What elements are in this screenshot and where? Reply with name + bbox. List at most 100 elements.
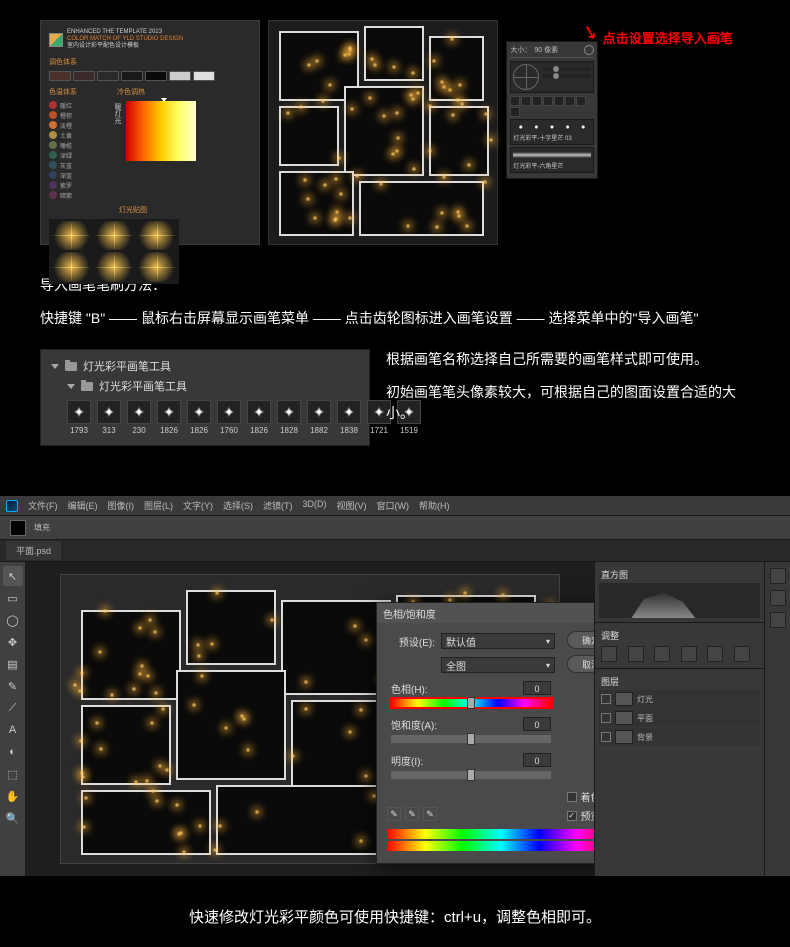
brush-item[interactable]: ✦1828: [277, 400, 301, 435]
menu-item[interactable]: 选择(S): [223, 499, 253, 512]
cancel-button[interactable]: 取消: [567, 655, 594, 673]
brush-list-panel[interactable]: 灯光彩平画笔工具 灯光彩平画笔工具 ✦1793✦313✦230✦1826✦182…: [40, 349, 370, 446]
ps-document-tabs[interactable]: 平面.psd: [0, 540, 790, 562]
eyedropper-minus-icon[interactable]: ✎: [423, 807, 437, 821]
foreground-swatch[interactable]: [10, 520, 26, 536]
brush-item[interactable]: ✦313: [97, 400, 121, 435]
colorize-checkbox[interactable]: [567, 792, 577, 802]
histogram: [599, 583, 760, 618]
saturation-slider[interactable]: [391, 735, 551, 743]
brush-thumb[interactable]: [554, 96, 564, 106]
brush-thumb[interactable]: [532, 96, 542, 106]
menu-item[interactable]: 编辑(E): [68, 499, 98, 512]
lightness-value[interactable]: 0: [523, 753, 551, 767]
light-glow: [199, 673, 205, 679]
brush-thumb[interactable]: [521, 96, 531, 106]
tool-button[interactable]: A: [3, 720, 23, 740]
brush-preview: ✦: [97, 400, 121, 424]
ok-button[interactable]: 确定: [567, 631, 594, 649]
ps-toolbar[interactable]: ↖▭◯✥▤✎⟋A◐⬚✋🔍: [0, 562, 26, 876]
panel-icon[interactable]: [770, 568, 786, 584]
brush-thumb[interactable]: [576, 96, 586, 106]
brush-item[interactable]: ✦1882: [307, 400, 331, 435]
layer-row[interactable]: 平面: [599, 709, 760, 727]
lightness-slider[interactable]: [391, 771, 551, 779]
brush-folder-2[interactable]: 灯光彩平画笔工具: [47, 376, 363, 396]
adjustment-icon[interactable]: [681, 646, 697, 662]
menu-item[interactable]: 滤镜(T): [263, 499, 293, 512]
menu-item[interactable]: 文件(F): [28, 499, 58, 512]
brush-item[interactable]: ✦1826: [247, 400, 271, 435]
brush-folder-1[interactable]: 灯光彩平画笔工具: [47, 356, 363, 376]
ps-panels-right[interactable]: 直方图 调整 图层 灯光平面背景: [594, 562, 764, 876]
menu-item[interactable]: 窗口(W): [377, 499, 410, 512]
menu-item[interactable]: 3D(D): [303, 499, 327, 512]
brush-slider-2[interactable]: [543, 74, 591, 78]
visibility-icon[interactable]: [601, 732, 611, 742]
tool-button[interactable]: ⟋: [3, 698, 23, 718]
brush-item[interactable]: ✦1760: [217, 400, 241, 435]
brush-size-label: 1826: [187, 426, 211, 435]
menu-item[interactable]: 图层(L): [144, 499, 173, 512]
tool-button[interactable]: ▭: [3, 588, 23, 608]
visibility-icon[interactable]: [601, 713, 611, 723]
brush-thumb[interactable]: [543, 96, 553, 106]
brush-item[interactable]: ✦1826: [187, 400, 211, 435]
layer-row[interactable]: 灯光: [599, 690, 760, 708]
adjustment-icon[interactable]: [734, 646, 750, 662]
brush-preset-1[interactable]: 灯光彩平-十字星芒 03: [510, 119, 594, 145]
adjustment-icon[interactable]: [707, 646, 723, 662]
hue-slider[interactable]: [391, 699, 551, 707]
brush-item[interactable]: ✦1838: [337, 400, 361, 435]
eyedropper-plus-icon[interactable]: ✎: [405, 807, 419, 821]
layer-row[interactable]: 背景: [599, 728, 760, 746]
hue-value[interactable]: 0: [523, 681, 551, 695]
tool-button[interactable]: ⬚: [3, 764, 23, 784]
ps-canvas-area[interactable]: 色相/饱和度 ✕ 确定 取消 预设(E): 默认值: [26, 562, 594, 876]
document-tab[interactable]: 平面.psd: [6, 541, 61, 560]
tool-button[interactable]: ✎: [3, 676, 23, 696]
tool-button[interactable]: ◯: [3, 610, 23, 630]
adjustment-icon[interactable]: [628, 646, 644, 662]
brush-thumb[interactable]: [565, 96, 575, 106]
light-glow: [488, 137, 494, 143]
menu-item[interactable]: 图像(I): [108, 499, 135, 512]
brush-angle-control[interactable]: [513, 64, 539, 90]
preset-select[interactable]: 默认值: [441, 633, 555, 649]
master-select[interactable]: 全图: [441, 657, 555, 673]
brush-item[interactable]: ✦1826: [157, 400, 181, 435]
tool-button[interactable]: 🔍: [3, 808, 23, 828]
brush-item[interactable]: ✦1793: [67, 400, 91, 435]
brush-thumb[interactable]: [510, 96, 520, 106]
light-glow: [390, 151, 396, 157]
adjustment-icon[interactable]: [654, 646, 670, 662]
menu-item[interactable]: 文字(Y): [183, 499, 213, 512]
menu-item[interactable]: 视图(V): [337, 499, 367, 512]
light-glow: [137, 671, 143, 677]
hue-saturation-dialog[interactable]: 色相/饱和度 ✕ 确定 取消 预设(E): 默认值: [376, 602, 594, 864]
ps-menubar[interactable]: 文件(F) 编辑(E) 图像(I) 图层(L) 文字(Y) 选择(S) 滤镜(T) 3D(D)…: [0, 496, 790, 516]
brush-thumb[interactable]: [510, 107, 520, 117]
eyedropper-icon[interactable]: ✎: [387, 807, 401, 821]
brush-settings-panel[interactable]: 大小： 90 像素 灯光彩平-十字星芒 03: [506, 41, 598, 179]
tool-button[interactable]: ◐: [3, 742, 23, 762]
brush-slider-1[interactable]: [543, 67, 591, 71]
tool-button[interactable]: ▤: [3, 654, 23, 674]
ps-options-bar[interactable]: 填充: [0, 516, 790, 540]
saturation-value[interactable]: 0: [523, 717, 551, 731]
preview-checkbox[interactable]: ✓: [567, 811, 577, 821]
visibility-icon[interactable]: [601, 694, 611, 704]
tool-button[interactable]: ✥: [3, 632, 23, 652]
brush-item[interactable]: ✦230: [127, 400, 151, 435]
gear-icon[interactable]: [584, 45, 594, 55]
tool-button[interactable]: ↖: [3, 566, 23, 586]
panel-icon[interactable]: [770, 612, 786, 628]
panel-icon[interactable]: [770, 590, 786, 606]
ps-collapsed-panels[interactable]: [764, 562, 790, 876]
adjustment-icon[interactable]: [601, 646, 617, 662]
color-label: 橙棕: [60, 111, 72, 120]
tool-button[interactable]: ✋: [3, 786, 23, 806]
brush-thumb-row[interactable]: [510, 96, 594, 117]
brush-preset-2[interactable]: 灯光彩平-六角星芒: [510, 147, 594, 173]
menu-item[interactable]: 帮助(H): [419, 499, 450, 512]
